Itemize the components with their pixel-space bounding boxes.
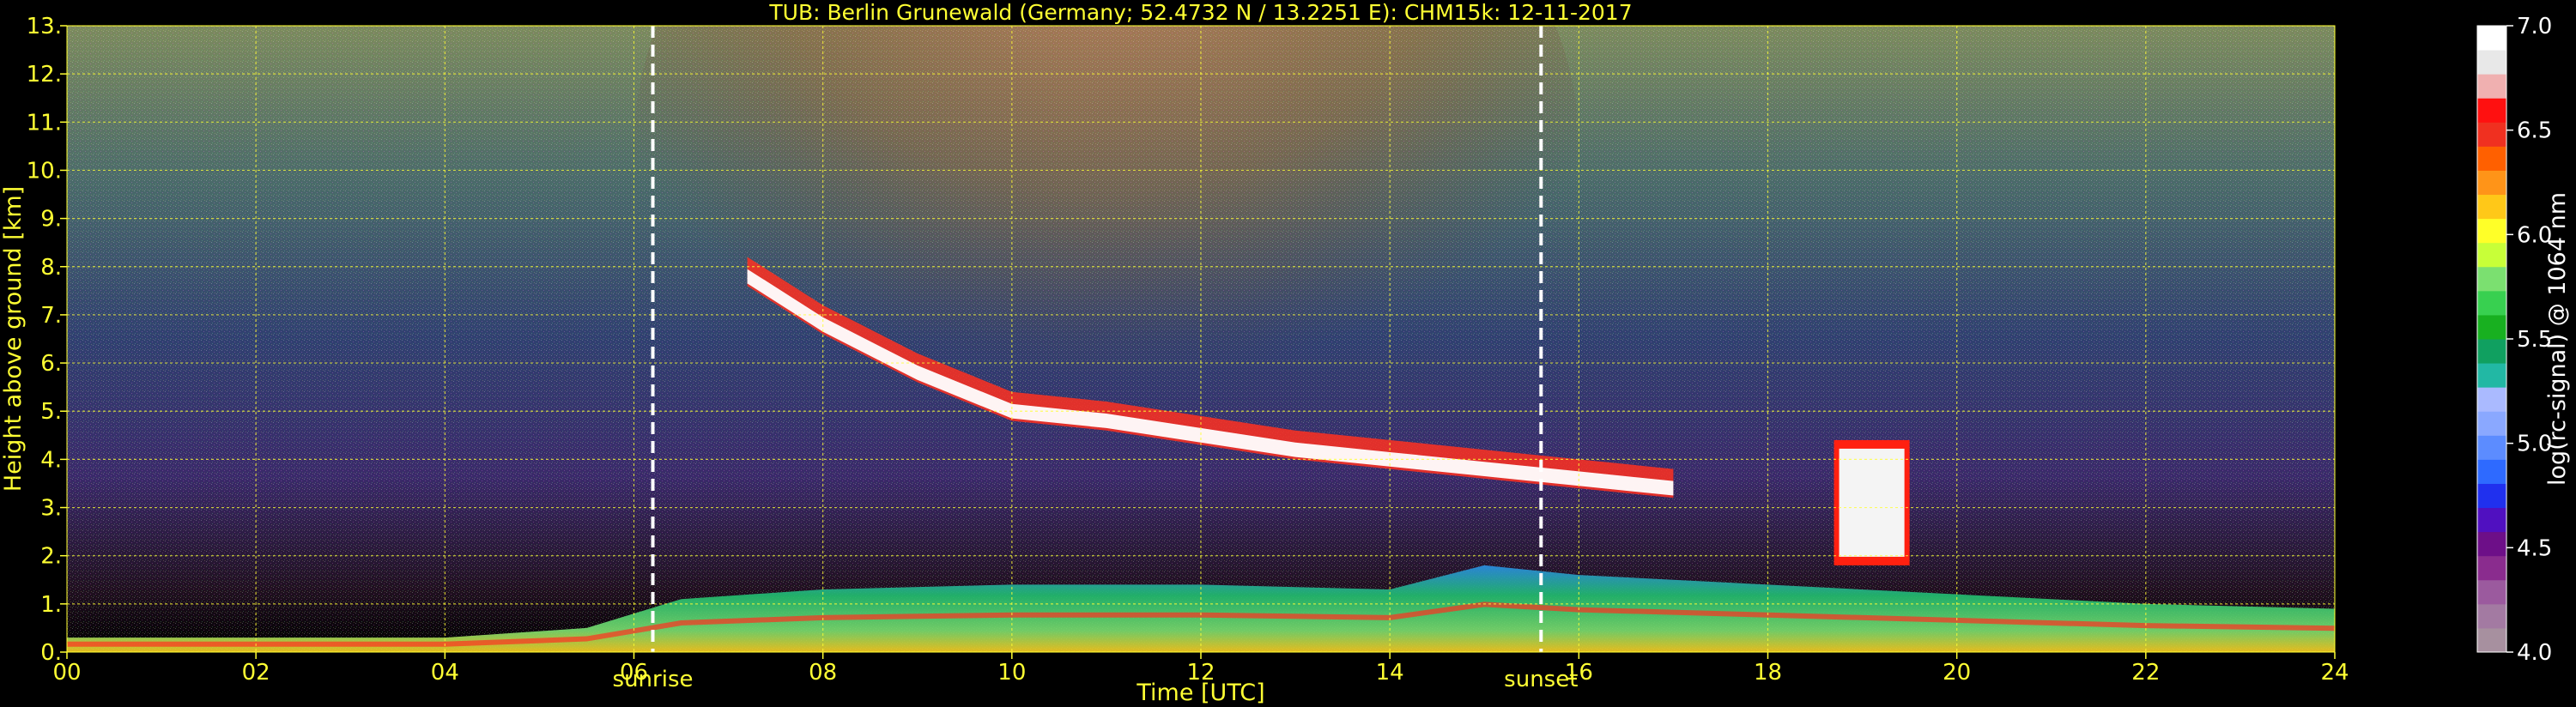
x-tick-label: 02 xyxy=(242,660,270,686)
colorbar-tick-label: 7.0 xyxy=(2517,14,2552,39)
colorbar-segment xyxy=(2477,26,2506,51)
y-tick-label: 8. xyxy=(40,255,62,281)
x-tick-label: 18 xyxy=(1754,660,1782,686)
y-tick-label: 2. xyxy=(40,544,62,570)
x-tick-label: 14 xyxy=(1376,660,1404,686)
colorbar-segment xyxy=(2477,218,2506,244)
y-tick-label: 3. xyxy=(40,496,62,522)
y-tick-label: 5. xyxy=(40,399,62,425)
heatmap-plot-area xyxy=(67,26,2335,652)
colorbar-segment xyxy=(2477,579,2506,605)
y-axis: 0. 1. 2. 3. 4. 5. 6. 7. 8. 9. 10. 11. 12. 13. xyxy=(27,14,67,666)
colorbar-segment xyxy=(2477,74,2506,99)
colorbar: 4.04.55.05.56.06.57.0 xyxy=(2476,14,2552,666)
colorbar-segment xyxy=(2477,603,2506,629)
x-axis-label: Time [UTC] xyxy=(1136,680,1264,706)
colorbar-segment xyxy=(2477,507,2506,533)
colorbar-segment xyxy=(2477,266,2506,292)
sunrise-label: sunrise xyxy=(613,667,694,692)
x-tick-label: 04 xyxy=(431,660,459,686)
y-tick-label: 12. xyxy=(27,62,62,88)
colorbar-segment xyxy=(2477,555,2506,581)
lidar-chart: 00 02 04 06 08 10 12 14 16 18 20 22 24 0.1.2.3.4.5.6… xyxy=(0,0,2571,706)
colorbar-segment xyxy=(2477,459,2506,484)
colorbar-segment xyxy=(2477,387,2506,412)
colorbar-segment xyxy=(2477,531,2506,557)
x-tick-label: 24 xyxy=(2320,660,2349,686)
colorbar-segment xyxy=(2477,435,2506,460)
colorbar-tick-label: 6.5 xyxy=(2517,118,2552,144)
colorbar-segment xyxy=(2477,363,2506,388)
colorbar-segment xyxy=(2477,290,2506,316)
colorbar-tick-label: 4.0 xyxy=(2517,640,2552,666)
colorbar-segment xyxy=(2477,146,2506,171)
colorbar-segment xyxy=(2477,50,2506,75)
colorbar-segment xyxy=(2477,98,2506,123)
colorbar-segment xyxy=(2477,170,2506,196)
x-tick-label: 10 xyxy=(997,660,1026,686)
colorbar-segment xyxy=(2477,122,2506,147)
x-tick-label: 20 xyxy=(1943,660,1971,686)
colorbar-segment xyxy=(2477,483,2506,509)
sun-marker-labels: sunrise sunset xyxy=(613,667,1579,692)
y-tick-label: 10. xyxy=(27,158,62,184)
colorbar-segment xyxy=(2477,242,2506,268)
colorbar-tick-label: 4.5 xyxy=(2517,535,2552,561)
colorbar-segment xyxy=(2477,411,2506,436)
y-tick-label: 6. xyxy=(40,351,62,377)
colorbar-segment xyxy=(2477,314,2506,340)
y-tick-label: 9. xyxy=(40,207,62,233)
sunset-label: sunset xyxy=(1504,667,1578,692)
colorbar-segment xyxy=(2477,627,2506,653)
y-tick-label: 13. xyxy=(27,14,62,39)
y-tick-label: 1. xyxy=(40,592,62,618)
low-cloud xyxy=(1839,448,1905,557)
colorbar-segment xyxy=(2477,194,2506,220)
y-tick-label: 11. xyxy=(27,110,62,136)
chart-title: TUB: Berlin Grunewald (Germany; 52.4732 … xyxy=(768,0,1632,25)
colorbar-segment xyxy=(2477,339,2506,364)
x-tick-label: 08 xyxy=(809,660,837,686)
x-tick-label: 22 xyxy=(2131,660,2160,686)
y-tick-label: 0. xyxy=(40,640,62,666)
y-axis-label: Height above ground [km] xyxy=(0,186,27,492)
colorbar-label: log(rc-signal) @ 1064 nm xyxy=(2544,192,2571,486)
y-tick-label: 7. xyxy=(40,303,62,329)
y-tick-label: 4. xyxy=(40,447,62,473)
